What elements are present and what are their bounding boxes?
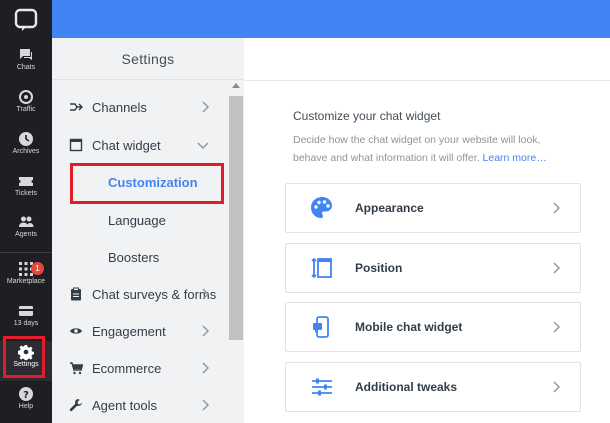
cart-icon: [69, 361, 83, 375]
subnav-item-boosters[interactable]: Boosters: [108, 250, 159, 265]
nav-label: Agent tools: [92, 397, 158, 413]
rail-item-trial[interactable]: 13 days: [0, 300, 52, 340]
position-icon: [309, 255, 335, 281]
chevron-right-icon: [553, 262, 560, 274]
eye-icon: [69, 324, 83, 338]
rail-label: Agents: [15, 231, 37, 238]
nav-label: Ecommerce: [92, 360, 162, 376]
rail-item-help[interactable]: ? Help: [0, 383, 52, 423]
channels-icon: [69, 100, 83, 114]
card-position[interactable]: Position: [285, 243, 581, 293]
nav-label: Chat widget: [92, 137, 161, 153]
chevron-right-icon: [202, 399, 209, 411]
top-bar: [52, 0, 610, 38]
chevron-right-icon: [202, 325, 209, 337]
rail-label: Chats: [16, 64, 36, 71]
chevron-right-icon: [553, 381, 560, 393]
clock-icon: [19, 132, 33, 146]
chevron-right-icon: [202, 362, 209, 374]
settings-highlight: [3, 336, 45, 378]
learn-more-link[interactable]: Learn more…: [483, 152, 547, 164]
rail-label: Tickets: [15, 190, 37, 197]
nav-item-chat-surveys[interactable]: Chat surveys & forms: [52, 276, 227, 312]
page-description: Decide how the chat widget on your websi…: [293, 131, 573, 167]
help-icon: ?: [19, 387, 33, 401]
main-header-divider: [244, 80, 610, 81]
ticket-icon: [19, 177, 33, 186]
rail-label: 13 days: [13, 320, 39, 327]
rail-item-chats[interactable]: Chats: [0, 44, 52, 84]
rail-divider: [0, 252, 52, 253]
subnav-item-language[interactable]: Language: [108, 213, 166, 228]
card-label: Additional tweaks: [355, 380, 458, 394]
rail-label: Marketplace: [6, 278, 46, 285]
wrench-icon: [69, 398, 83, 412]
rail-label: Help: [18, 403, 34, 410]
svg-text:?: ?: [23, 390, 29, 401]
marketplace-badge: 1: [31, 262, 44, 275]
nav-item-ecommerce[interactable]: Ecommerce: [52, 350, 227, 386]
rail-label: Traffic: [16, 106, 36, 113]
traffic-icon: [19, 90, 33, 104]
rail-item-agents[interactable]: Agents: [0, 211, 52, 251]
card-mobile-chat-widget[interactable]: Mobile chat widget: [285, 302, 581, 352]
mobile-icon: [309, 314, 335, 340]
sliders-icon: [309, 374, 335, 400]
card-label: Appearance: [355, 201, 424, 215]
widget-icon: [69, 138, 83, 152]
chevron-right-icon: [553, 202, 560, 214]
rail-label: Archives: [12, 148, 40, 155]
customization-highlight: [70, 163, 224, 204]
page-title: Customize your chat widget: [293, 109, 441, 123]
palette-icon: [309, 195, 335, 221]
chats-icon: [20, 49, 32, 60]
nav-rail: Chats Traffic Archives Tickets Agents Ma…: [0, 0, 52, 423]
nav-label: Chat surveys & forms: [92, 286, 217, 302]
nav-label: Engagement: [92, 323, 166, 339]
card-appearance[interactable]: Appearance: [285, 183, 581, 233]
card-label: Mobile chat widget: [355, 320, 463, 334]
rail-item-traffic[interactable]: Traffic: [0, 86, 52, 126]
chevron-down-icon: [197, 142, 209, 149]
nav-item-engagement[interactable]: Engagement: [52, 313, 227, 349]
nav-item-chat-widget[interactable]: Chat widget: [52, 127, 227, 163]
card-icon: [19, 306, 33, 316]
settings-title: Settings: [52, 38, 244, 80]
rail-item-marketplace[interactable]: Marketplace: [0, 258, 52, 298]
rail-item-archives[interactable]: Archives: [0, 128, 52, 168]
card-additional-tweaks[interactable]: Additional tweaks: [285, 362, 581, 412]
nav-label: Channels: [92, 99, 147, 115]
scrollbar-thumb[interactable]: [229, 96, 243, 340]
logo-icon: [14, 8, 38, 31]
chevron-right-icon: [202, 101, 209, 113]
nav-item-agent-tools[interactable]: Agent tools: [52, 387, 227, 423]
scroll-up-arrow-icon[interactable]: [232, 83, 240, 88]
card-label: Position: [355, 261, 403, 275]
chevron-right-icon: [553, 321, 560, 333]
nav-item-channels[interactable]: Channels: [52, 89, 227, 125]
clipboard-icon: [69, 287, 83, 301]
rail-item-tickets[interactable]: Tickets: [0, 170, 52, 210]
chevron-right-icon: [202, 288, 209, 300]
agents-icon: [19, 216, 34, 227]
